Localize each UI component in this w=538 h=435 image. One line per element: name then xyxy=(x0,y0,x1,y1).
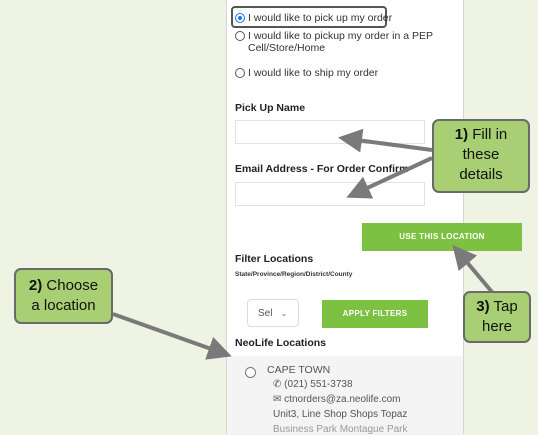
step3-num: 3) xyxy=(476,298,490,315)
step2-line2: a location xyxy=(31,297,96,314)
callout-step-2: 2) Choose a location xyxy=(14,268,113,324)
arrow-to-locations xyxy=(112,312,232,360)
arrow-to-use-location xyxy=(452,244,494,294)
step1-line3: details xyxy=(459,166,503,183)
step3-line2: here xyxy=(481,318,513,335)
step1-num: 1) xyxy=(454,126,469,143)
annotation-arrows xyxy=(112,128,494,360)
step2-num: 2) xyxy=(28,277,43,294)
step1-line1: Fill in xyxy=(472,126,508,143)
arrow-to-email xyxy=(346,156,433,199)
callout-step-1: 1) Fill in these details xyxy=(432,119,530,193)
step3-line1: Tap xyxy=(493,298,518,315)
arrow-to-name xyxy=(338,128,433,153)
callout-step-3: 3) Tap here xyxy=(463,291,531,343)
step1-line2: these xyxy=(462,146,500,163)
step2-line1: Choose xyxy=(46,277,99,294)
